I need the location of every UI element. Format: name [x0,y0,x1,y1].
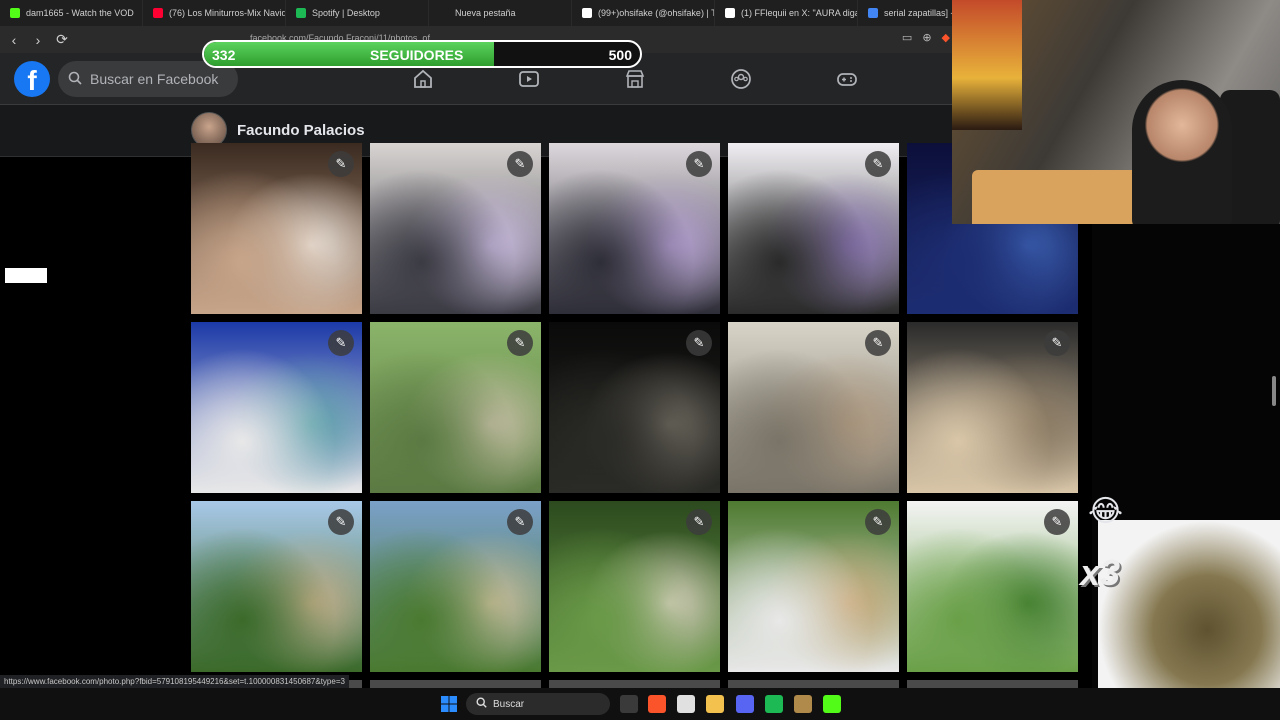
photo-tile[interactable] [370,680,541,688]
browser-tab[interactable]: (76) Los Miniturros-Mix Navide [143,0,286,26]
status-url: https://www.facebook.com/photo.php?fbid=… [0,675,349,688]
photo-tile[interactable]: ✎ [907,322,1078,493]
edit-pencil-icon[interactable]: ✎ [686,151,712,177]
taskbar: Buscar [0,688,1280,720]
groups-icon[interactable] [727,65,755,93]
gaming-icon[interactable] [833,65,861,93]
tab-label: (76) Los Miniturros-Mix Navide [169,8,286,18]
tab-label: (1) FFlequii en X: "AURA digan [741,8,858,18]
search-placeholder: Buscar en Facebook [90,71,219,87]
photo-tile[interactable]: ✎ [370,143,541,314]
browser-tab[interactable]: (99+)ohsifake (@ohsifake) | Tik [572,0,715,26]
edit-pencil-icon[interactable]: ✎ [686,330,712,356]
edit-pencil-icon[interactable]: ✎ [865,151,891,177]
photo-tile[interactable]: ✎ [191,322,362,493]
photo-tile[interactable]: ✎ [191,143,362,314]
tab-favicon-icon [10,8,20,18]
discord-icon[interactable] [736,695,754,713]
cast-icon[interactable]: ▭ [902,31,912,44]
home-icon[interactable] [409,65,437,93]
photo-tile[interactable] [728,680,899,688]
followers-current: 332 [212,47,236,63]
edit-pencil-icon[interactable]: ✎ [865,509,891,535]
followers-goal: 500 [608,47,632,63]
photo-tile[interactable]: ✎ [549,143,720,314]
file-explorer-icon[interactable] [620,695,638,713]
tab-favicon-icon [868,8,878,18]
windows-start-icon[interactable] [440,695,458,713]
wall-poster [952,0,1022,130]
left-white-marker [5,268,47,283]
photo-tile[interactable]: ✎ [549,501,720,672]
tab-favicon-icon [725,8,735,18]
photo-tile[interactable]: ✎ [728,501,899,672]
brave-shield-icon[interactable]: ◆ [942,31,950,44]
edit-pencil-icon[interactable]: ✎ [328,330,354,356]
edit-pencil-icon[interactable]: ✎ [507,509,533,535]
tab-label: Nueva pestaña [455,8,516,18]
back-icon[interactable]: ‹ [4,30,24,50]
address-tools: ▭ ⊕ ◆ [902,31,950,44]
photo-tile[interactable]: ✎ [728,143,899,314]
followers-label: SEGUIDORES [370,47,464,63]
browser-tab[interactable]: dam1665 - Watch the VOD [0,0,143,26]
video-icon[interactable] [515,65,543,93]
browser-tab[interactable]: Nueva pestaña [429,0,572,26]
taskbar-search[interactable]: Buscar [466,693,610,715]
scrollbar-thumb[interactable] [1272,376,1276,406]
photo-tile[interactable] [549,680,720,688]
edit-pencil-icon[interactable]: ✎ [328,509,354,535]
brave-icon[interactable] [648,695,666,713]
tab-label: Spotify | Desktop [312,8,380,18]
tab-label: dam1665 - Watch the VOD [26,8,134,18]
search-icon [68,71,82,88]
forward-icon[interactable]: › [28,30,48,50]
webcam-overlay [952,0,1280,224]
photo-tile[interactable]: ✎ [370,501,541,672]
folder-icon[interactable] [706,695,724,713]
photo-tile[interactable]: ✎ [728,322,899,493]
tab-favicon-icon [439,8,449,18]
browser-tab[interactable]: Spotify | Desktop [286,0,429,26]
edit-pencil-icon[interactable]: ✎ [865,330,891,356]
edit-pencil-icon[interactable]: ✎ [1044,509,1070,535]
edit-pencil-icon[interactable]: ✎ [328,151,354,177]
edit-pencil-icon[interactable]: ✎ [686,509,712,535]
taskbar-search-label: Buscar [493,698,525,710]
spotify-icon[interactable] [765,695,783,713]
search-icon [476,697,487,711]
edit-pencil-icon[interactable]: ✎ [507,330,533,356]
profile-name[interactable]: Facundo Palacios [237,122,365,139]
photo-tile[interactable]: ✎ [370,322,541,493]
edit-pencil-icon[interactable]: ✎ [507,151,533,177]
tab-label: (99+)ohsifake (@ohsifake) | Tik [598,8,715,18]
kick-icon[interactable] [823,695,841,713]
zoom-icon[interactable]: ⊕ [922,31,931,44]
facebook-logo[interactable]: f [14,61,50,97]
reload-icon[interactable]: ⟳ [52,30,72,50]
photo-tile[interactable]: ✎ [191,501,362,672]
photo-tile[interactable]: ✎ [549,322,720,493]
marketplace-icon[interactable] [621,65,649,93]
streamer [1132,80,1232,224]
laughing-emoji-icon: 😂 [1088,495,1124,528]
browser-tab[interactable]: (1) FFlequii en X: "AURA digan [715,0,858,26]
tab-favicon-icon [296,8,306,18]
app-icon[interactable] [794,695,812,713]
multiplier-text: x3 [1080,552,1121,593]
edit-pencil-icon[interactable]: ✎ [1044,330,1070,356]
tab-favicon-icon [582,8,592,18]
followers-goal-bar: 332 SEGUIDORES 500 [202,40,642,68]
photo-tile[interactable]: ✎ [907,501,1078,672]
photo-tile[interactable] [907,680,1078,688]
chrome-icon[interactable] [677,695,695,713]
tab-favicon-icon [153,8,163,18]
